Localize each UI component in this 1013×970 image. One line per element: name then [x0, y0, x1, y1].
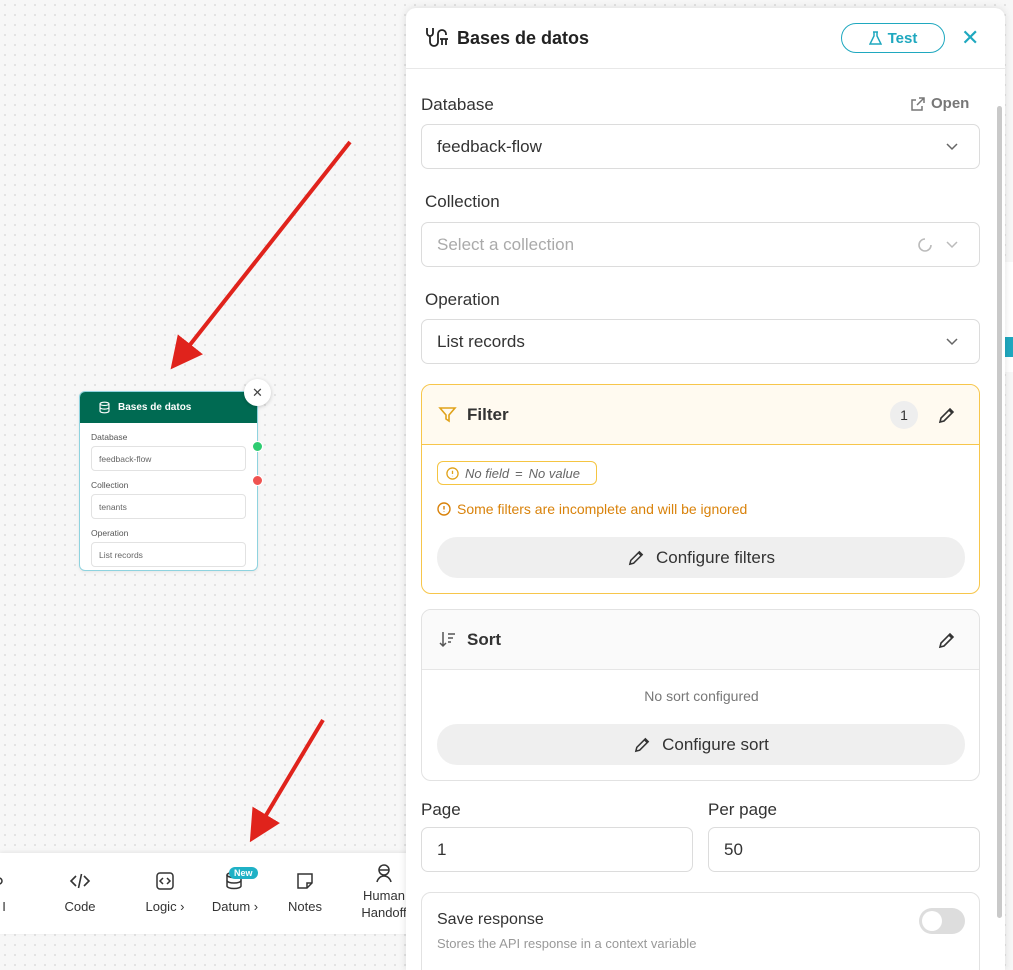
- chevron-down-icon: [946, 241, 958, 249]
- external-link-icon: [911, 96, 925, 111]
- configure-filters-label: Configure filters: [655, 547, 776, 567]
- edit-pencil-icon: [634, 737, 650, 753]
- panel-scrollbar[interactable]: [997, 106, 1002, 918]
- warning-circle-icon: [437, 502, 451, 516]
- page-input[interactable]: 1: [421, 827, 693, 872]
- save-response-card: Save response Stores the API response in…: [421, 892, 980, 970]
- per-page-label: Per page: [708, 800, 777, 819]
- logic-icon: [156, 872, 174, 890]
- filter-card: Filter 1 No field = No value Some filter…: [421, 384, 980, 594]
- open-database-link[interactable]: Open: [910, 95, 969, 112]
- background-panel-edge: [1005, 262, 1013, 372]
- save-response-description: Stores the API response in a context var…: [437, 936, 697, 951]
- sort-icon: [439, 632, 455, 648]
- edit-pencil-icon[interactable]: [937, 630, 957, 650]
- filter-warning-text: Some filters are incomplete and will be …: [457, 501, 748, 517]
- node-error-handle[interactable]: [252, 475, 263, 486]
- flask-icon: [868, 30, 882, 45]
- toolbar-item-label: Notes: [288, 899, 322, 914]
- new-badge: New: [229, 867, 258, 879]
- filter-chip-value: No value: [528, 465, 580, 481]
- filter-count-badge: 1: [890, 401, 918, 429]
- chevron-down-icon: [946, 338, 958, 346]
- filter-icon: [438, 407, 457, 423]
- node-label-database: Database: [91, 432, 128, 442]
- code-icon: [69, 873, 91, 889]
- loading-spinner-icon: [918, 238, 932, 252]
- toolbar-item-logic[interactable]: Logic ›: [138, 853, 192, 934]
- filter-title: Filter: [467, 404, 509, 424]
- node-toolbar: I Code Logic › New Datum › Notes Human H…: [0, 853, 410, 934]
- toolbar-item-label: Datum ›: [211, 899, 259, 914]
- node-field-database[interactable]: feedback-flow: [91, 446, 246, 471]
- toolbar-item-label: I: [2, 899, 6, 914]
- node-header: Bases de datos: [80, 392, 257, 423]
- sort-title: Sort: [467, 629, 501, 649]
- filter-chip-field: No field: [465, 465, 510, 481]
- save-response-title: Save response: [437, 911, 544, 928]
- node-field-collection[interactable]: tenants: [91, 494, 246, 519]
- agent-icon: [376, 864, 392, 883]
- sort-card: Sort No sort configured Configure sort: [421, 609, 980, 781]
- filter-warning: Some filters are incomplete and will be …: [437, 501, 747, 517]
- toolbar-item-human-handoff[interactable]: Human Handoff: [358, 853, 410, 934]
- operation-value: List records: [437, 331, 525, 351]
- database-label: Database: [421, 95, 494, 114]
- collection-placeholder: Select a collection: [437, 234, 575, 254]
- canvas-node-bases-de-datos[interactable]: Bases de datos Database feedback-flow Co…: [79, 391, 258, 571]
- page-label: Page: [421, 800, 461, 819]
- sort-header: Sort: [422, 610, 979, 670]
- database-select[interactable]: feedback-flow: [421, 124, 980, 169]
- toolbar-item-label: Human Handoff: [361, 888, 407, 920]
- node-label-collection: Collection: [91, 480, 129, 490]
- test-button-label: Test: [887, 29, 918, 47]
- filter-header: Filter 1: [422, 385, 979, 445]
- collection-label: Collection: [425, 192, 500, 211]
- node-success-handle[interactable]: [252, 441, 263, 452]
- panel-title: Bases de datos: [457, 27, 590, 48]
- filter-condition-chip[interactable]: No field = No value: [437, 461, 597, 485]
- warning-circle-icon: [446, 466, 459, 480]
- filter-chip-operator: =: [515, 465, 523, 481]
- api-icon: [0, 877, 3, 885]
- sort-empty-text: No sort configured: [644, 688, 759, 704]
- per-page-input[interactable]: 50: [708, 827, 980, 872]
- edit-pencil-icon[interactable]: [937, 405, 957, 425]
- node-close-button[interactable]: ✕: [244, 379, 271, 406]
- close-icon: ✕: [252, 384, 263, 400]
- close-icon[interactable]: ✕: [961, 25, 979, 51]
- database-value: feedback-flow: [437, 136, 542, 156]
- arrow-to-node: [170, 140, 352, 370]
- toolbar-item-datum[interactable]: New Datum ›: [205, 853, 265, 934]
- toolbar-item-label: Logic ›: [145, 899, 185, 914]
- edit-pencil-icon: [628, 550, 644, 566]
- node-title: Bases de datos: [118, 402, 192, 413]
- toolbar-item-code[interactable]: Code: [55, 853, 105, 934]
- save-response-toggle[interactable]: [919, 908, 965, 934]
- plug-icon: [426, 28, 448, 47]
- configure-sort-label: Configure sort: [662, 734, 769, 754]
- node-label-operation: Operation: [91, 528, 129, 538]
- configure-filters-button[interactable]: Configure filters: [437, 537, 965, 578]
- toolbar-item-label: Code: [64, 899, 96, 914]
- chevron-down-icon: [946, 143, 958, 151]
- panel-header: Bases de datos Test ✕: [406, 8, 1005, 69]
- toolbar-item-api[interactable]: I: [0, 853, 14, 934]
- operation-label: Operation: [425, 290, 500, 309]
- test-button[interactable]: Test: [841, 23, 945, 53]
- node-config-panel: Bases de datos Test ✕ Database Open feed…: [406, 8, 1005, 970]
- configure-sort-button[interactable]: Configure sort: [437, 724, 965, 765]
- operation-select[interactable]: List records: [421, 319, 980, 364]
- note-icon: [297, 873, 313, 889]
- node-field-operation[interactable]: List records: [91, 542, 246, 567]
- toolbar-item-notes[interactable]: Notes: [280, 853, 330, 934]
- collection-select[interactable]: Select a collection: [421, 222, 980, 267]
- open-label: Open: [931, 95, 970, 112]
- database-icon: [99, 401, 110, 414]
- arrow-to-datum: [249, 718, 325, 843]
